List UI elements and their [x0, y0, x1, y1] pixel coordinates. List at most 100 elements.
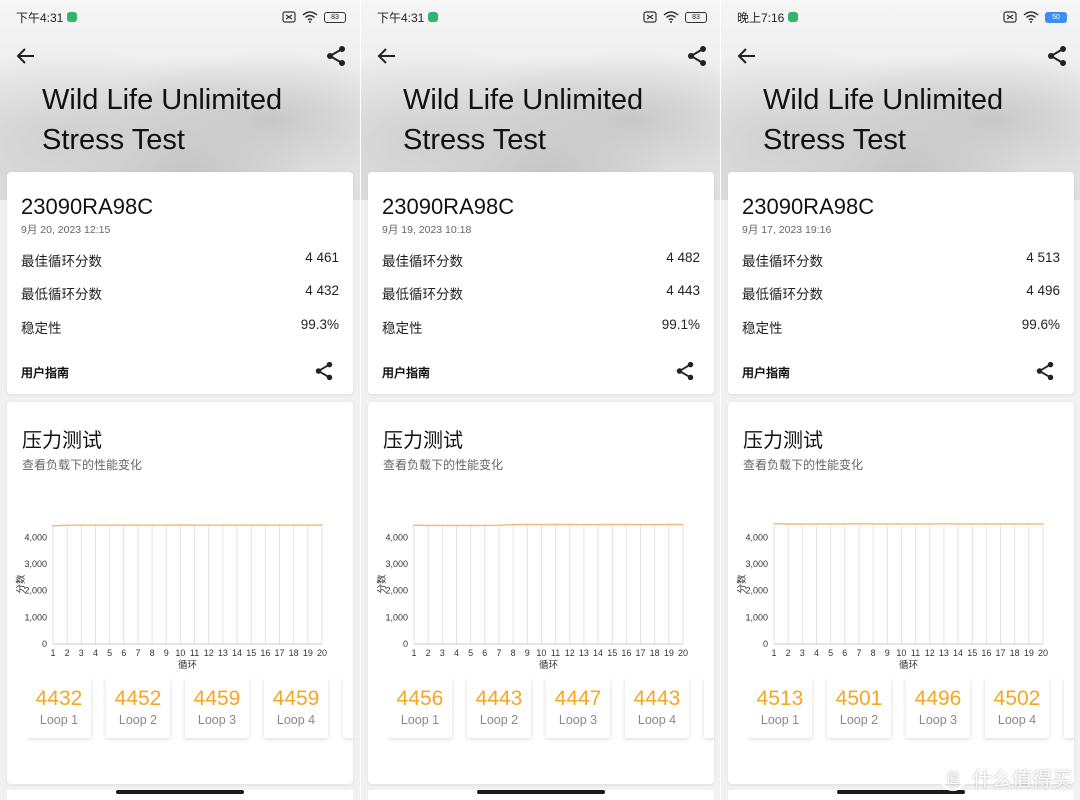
loop-card[interactable]: 4459 Loop 3 [185, 678, 249, 738]
loop-score: 4459 [193, 687, 241, 710]
worst-loop-value: 4 443 [666, 283, 700, 298]
loop-card[interactable]: 4513 Loop 1 [748, 678, 812, 738]
loop-label: Loop 1 [760, 713, 800, 727]
data-point [957, 523, 959, 525]
phone-screen: 下午4:31 83 Wild Life Unlimited Stress Tes… [0, 0, 360, 800]
user-guide-link[interactable]: 用户指南 [742, 364, 790, 381]
stability-value: 99.1% [661, 317, 700, 332]
share-icon[interactable] [313, 360, 335, 382]
share-icon[interactable] [324, 44, 348, 68]
loop-card[interactable]: 4452 Loop 2 [106, 678, 170, 738]
share-icon[interactable] [1045, 44, 1069, 68]
x-tick-label: 19 [664, 648, 674, 658]
loop-card[interactable] [1064, 678, 1074, 738]
data-point [427, 524, 429, 527]
loop-card[interactable] [343, 678, 353, 738]
share-icon[interactable] [685, 44, 709, 68]
data-point [165, 524, 168, 526]
x-tick-label: 8 [871, 648, 876, 658]
x-tick-label: 1 [50, 648, 55, 658]
data-point [639, 523, 642, 526]
loop-card[interactable]: 4459 Loop 4 [264, 678, 328, 738]
loop-score: 4456 [396, 687, 444, 710]
section-subtitle: 查看负载下的性能变化 [22, 458, 143, 472]
loop-card[interactable]: 4447 Loop 3 [546, 678, 610, 738]
x-tick-label: 6 [121, 648, 126, 658]
section-title: 压力测试 [743, 430, 823, 452]
home-indicator[interactable] [116, 790, 244, 794]
best-loop-value: 4 461 [305, 250, 339, 265]
back-arrow-icon[interactable] [14, 44, 38, 68]
x-tick-label: 15 [246, 648, 256, 658]
status-bar: 下午4:31 83 [361, 0, 720, 34]
loop-card[interactable]: 4501 Loop 2 [827, 678, 891, 738]
stability-value: 99.3% [300, 317, 339, 332]
best-loop-label: 最佳循环分数 [382, 254, 463, 269]
loop-label: Loop 4 [637, 713, 677, 727]
stability-row: 稳定性 99.3% [21, 317, 339, 337]
test-date: 9月 19, 2023 10:18 [382, 224, 472, 236]
loop-score: 4459 [272, 687, 320, 710]
x-tick-label: 14 [593, 648, 603, 658]
share-icon[interactable] [674, 360, 696, 382]
loop-card[interactable]: 4432 Loop 1 [27, 678, 91, 738]
stress-test-card: 压力测试 查看负载下的性能变化 0 1,000 2,000 3,000 4,000 1 2 3… [368, 402, 714, 784]
loop-score: 4496 [914, 687, 962, 710]
x-tick-label: 13 [218, 648, 228, 658]
data-point [94, 524, 97, 526]
data-point [1042, 523, 1044, 525]
y-tick-label: 3,000 [24, 559, 47, 569]
test-date: 9月 20, 2023 12:15 [21, 224, 111, 236]
loop-card[interactable] [704, 678, 714, 738]
data-point [914, 523, 917, 525]
data-point [264, 524, 267, 526]
best-loop-label: 最佳循环分数 [21, 254, 102, 269]
title-line-1: Wild Life Unlimited [42, 84, 283, 116]
user-guide-link[interactable]: 用户指南 [382, 364, 430, 381]
top-app-bar [721, 40, 1080, 72]
result-card: 23090RA98C 9月 19, 2023 10:18 最佳循环分数 4 48… [368, 172, 714, 394]
data-point [526, 523, 529, 526]
y-tick-label: 2,000 [745, 586, 768, 596]
x-tick-label: 10 [175, 648, 185, 658]
x-tick-label: 17 [275, 648, 285, 658]
loop-cards: 4513 Loop 1 4501 Loop 2 4496 Loop 3 4502 Loop 4 [748, 678, 1074, 742]
page-title: Wild Life Unlimited Stress Test [42, 80, 342, 160]
loop-card[interactable]: 4502 Loop 4 [985, 678, 1049, 738]
x-tick-label: 14 [953, 648, 963, 658]
data-point [122, 524, 125, 526]
x-tick-label: 17 [636, 648, 646, 658]
x-tick-label: 4 [93, 648, 98, 658]
loop-card[interactable]: 4443 Loop 4 [625, 678, 689, 738]
x-tick-label: 19 [303, 648, 313, 658]
data-point [682, 523, 684, 526]
x-tick-label: 2 [786, 648, 791, 658]
x-tick-label: 3 [79, 648, 84, 658]
loop-card[interactable]: 4443 Loop 2 [467, 678, 531, 738]
best-loop-row: 最佳循环分数 4 482 [382, 250, 700, 270]
loop-label: Loop 4 [997, 713, 1037, 727]
title-line-1: Wild Life Unlimited [763, 84, 1004, 116]
result-card: 23090RA98C 9月 20, 2023 12:15 最佳循环分数 4 46… [7, 172, 353, 394]
loop-card[interactable]: 4496 Loop 3 [906, 678, 970, 738]
loop-card[interactable]: 4456 Loop 1 [388, 678, 452, 738]
back-arrow-icon[interactable] [375, 44, 399, 68]
user-guide-link[interactable]: 用户指南 [21, 364, 69, 381]
loop-score: 4443 [633, 687, 681, 710]
section-title: 压力测试 [383, 430, 463, 452]
loop-label: Loop 2 [839, 713, 879, 727]
x-tick-label: 6 [842, 648, 847, 658]
title-line-1: Wild Life Unlimited [403, 84, 644, 116]
x-tick-label: 5 [107, 648, 112, 658]
test-date: 9月 17, 2023 19:16 [742, 224, 832, 236]
data-point [250, 524, 253, 526]
title-line-2: Stress Test [763, 124, 906, 156]
status-bar: 晚上7:16 50 [721, 0, 1080, 34]
data-point [108, 524, 111, 526]
wifi-icon [302, 11, 318, 23]
back-arrow-icon[interactable] [735, 44, 759, 68]
home-indicator[interactable] [477, 790, 605, 794]
share-icon[interactable] [1034, 360, 1056, 382]
loop-cards: 4432 Loop 1 4452 Loop 2 4459 Loop 3 4459 Loop 4 [27, 678, 353, 742]
x-tick-label: 15 [607, 648, 617, 658]
